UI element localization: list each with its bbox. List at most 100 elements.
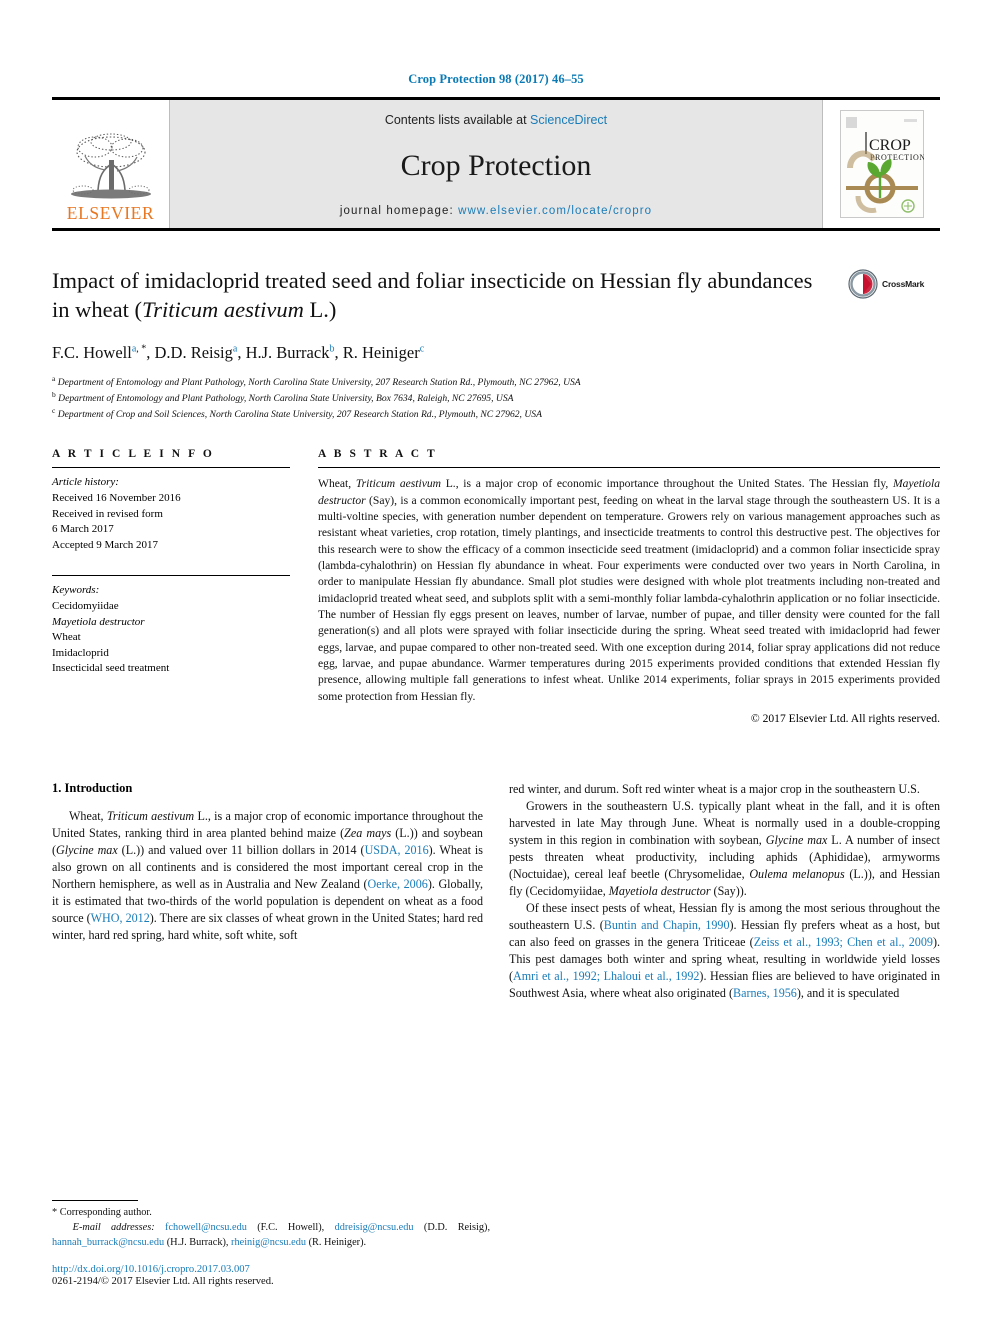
page-title: Impact of imidacloprid treated seed and … <box>52 267 834 325</box>
homepage-prefix: journal homepage: <box>339 205 459 217</box>
citation-link[interactable]: Barnes, 1956 <box>733 986 797 1000</box>
author-name: F.C. Howell <box>52 342 132 362</box>
paragraph: red winter, and durum. Soft red winter w… <box>509 782 920 797</box>
email-link[interactable]: hannah_burrack@ncsu.edu <box>52 1237 164 1248</box>
email-owner: (F.C. Howell) <box>257 1222 322 1234</box>
email-addresses-label: E-mail addresses: <box>72 1222 155 1234</box>
affiliation-text: Department of Entomology and Plant Patho… <box>58 393 514 405</box>
affiliation-item: b Department of Entomology and Plant Pat… <box>52 390 940 406</box>
journal-homepage-link[interactable]: www.elsevier.com/locate/cropro <box>458 205 652 217</box>
article-info-heading: A R T I C L E I N F O <box>52 448 215 461</box>
abstract-seg: Wheat, <box>318 477 356 491</box>
email-link[interactable]: rheinig@ncsu.edu <box>231 1237 306 1248</box>
citation-link[interactable]: USDA, 2016 <box>365 843 429 857</box>
email-link[interactable]: ddreisig@ncsu.edu <box>335 1222 414 1233</box>
abstract-heading: A B S T R A C T <box>318 448 438 461</box>
author-entry: R. Heinigerc <box>343 343 424 362</box>
journal-cover-thumbnail: CROP PROTECTION <box>822 100 940 228</box>
divider <box>52 467 290 469</box>
citation-link[interactable]: WHO, 2012 <box>91 911 150 925</box>
body-column-left: 1. Introduction Wheat, Triticum aestivum… <box>52 781 483 1002</box>
sciencedirect-link[interactable]: ScienceDirect <box>530 113 607 127</box>
species-name: Oulema melanopus <box>749 867 845 882</box>
citation-link[interactable]: Zeiss et al., 1993; Chen et al., 2009 <box>754 935 933 949</box>
author-name: D.D. Reisig <box>154 342 233 362</box>
title-species-name: Triticum aestivum <box>141 296 304 322</box>
paragraph: Wheat, Triticum aestivum L., is a major … <box>52 808 483 944</box>
author-entry: F.C. Howella, * <box>52 343 146 362</box>
article-history-label: Article history: <box>52 476 119 489</box>
email-owner: (H.J. Burrack) <box>166 1237 226 1249</box>
keywords-label: Keywords: <box>52 584 100 597</box>
email-owner: (D.D. Reisig) <box>423 1222 488 1234</box>
keyword-item: Wheat <box>52 631 81 644</box>
article-history-item: Received in revised form <box>52 507 163 520</box>
email-owner: (R. Heiniger) <box>308 1237 364 1249</box>
crossmark-badge[interactable]: CrossMark <box>848 267 940 299</box>
affiliation-item: a Department of Entomology and Plant Pat… <box>52 374 940 390</box>
journal-title: Crop Protection <box>400 149 592 182</box>
masthead-center: Contents lists available at ScienceDirec… <box>170 100 822 228</box>
author-affiliation-marker[interactable]: c <box>420 343 424 354</box>
author-name: H.J. Burrack <box>245 342 330 362</box>
text-seg: ), and it is speculated <box>796 985 900 1000</box>
footnote-block: * Corresponding author. E-mail addresses… <box>52 1200 490 1287</box>
email-link[interactable]: fchowell@ncsu.edu <box>165 1222 247 1233</box>
abstract-seg: (Say), is a common economically importan… <box>318 493 940 703</box>
author-entry: D.D. Reisiga <box>155 343 238 362</box>
article-info-column: A R T I C L E I N F O Article history: R… <box>52 448 290 725</box>
affiliation-text: Department of Crop and Soil Sciences, No… <box>57 409 542 421</box>
journal-homepage-line: journal homepage: www.elsevier.com/locat… <box>340 205 652 217</box>
contents-prefix: Contents lists available at <box>384 113 531 127</box>
body-column-right: red winter, and durum. Soft red winter w… <box>509 781 940 1002</box>
svg-text:PROTECTION: PROTECTION <box>870 153 924 162</box>
affiliation-marker: c <box>52 406 56 416</box>
abstract-text: Wheat, Triticum aestivum L., is a major … <box>318 476 940 705</box>
section-title-introduction: 1. Introduction <box>52 781 133 796</box>
affiliation-text: Department of Entomology and Plant Patho… <box>57 377 581 389</box>
article-history: Article history: Received 16 November 20… <box>52 475 290 553</box>
keyword-item: Cecidomyiidae <box>52 599 119 612</box>
corresponding-author-marker[interactable]: , * <box>136 343 146 354</box>
divider <box>52 575 290 577</box>
affiliation-marker: b <box>52 390 56 400</box>
author-entry: H.J. Burrackb <box>246 343 335 362</box>
author-separator: , <box>146 342 155 362</box>
species-name: Zea mays <box>344 826 392 841</box>
crop-protection-cover-icon: CROP PROTECTION <box>839 110 924 218</box>
text-seg: (L.)) and valued over 11 billion dollars… <box>117 843 365 858</box>
journal-masthead: ELSEVIER Contents lists available at Sci… <box>52 97 940 231</box>
paragraph: Growers in the southeastern U.S. typical… <box>509 798 940 900</box>
citation-link[interactable]: Buntin and Chapin, 1990 <box>604 918 730 932</box>
text-seg: Wheat, <box>69 809 107 824</box>
corresponding-author-note: * Corresponding author. E-mail addresses… <box>52 1207 491 1249</box>
article-page: Crop Protection 98 (2017) 46–55 ELSEVIER… <box>0 0 992 1323</box>
author-separator: , <box>334 342 343 362</box>
abstract-species: Triticum aestivum <box>355 477 442 491</box>
author-name: R. Heiniger <box>342 342 420 362</box>
author-list: F.C. Howella, *, D.D. Reisiga, H.J. Burr… <box>52 342 940 363</box>
species-name: Mayetiola destructor <box>608 884 711 899</box>
affiliation-item: c Department of Crop and Soil Sciences, … <box>52 406 940 422</box>
affiliation-marker: a <box>52 374 56 384</box>
abstract-column: A B S T R A C T Wheat, Triticum aestivum… <box>318 448 940 725</box>
doi-link[interactable]: http://dx.doi.org/10.1016/j.cropro.2017.… <box>52 1264 490 1275</box>
body-columns: 1. Introduction Wheat, Triticum aestivum… <box>52 781 940 1002</box>
citation-link[interactable]: Amri et al., 1992; Lhaloui et al., 1992 <box>513 969 699 983</box>
keyword-item: Mayetiola destructor <box>52 615 145 628</box>
article-history-item: Received 16 November 2016 <box>52 491 181 504</box>
citation-link[interactable]: Oerke, 2006 <box>367 877 427 891</box>
abstract-seg: L., is a major crop of economic importan… <box>441 477 893 491</box>
title-text-wrapper: Impact of imidacloprid treated seed and … <box>52 267 848 325</box>
article-history-item: 6 March 2017 <box>52 523 114 536</box>
divider <box>318 467 940 469</box>
article-history-item: Accepted 9 March 2017 <box>52 538 158 551</box>
crossmark-logo-icon <box>848 269 878 299</box>
elsevier-tree-icon <box>70 133 151 198</box>
paragraph: Of these insect pests of wheat, Hessian … <box>509 900 940 1002</box>
text-seg: (Say)). <box>710 884 747 899</box>
keywords-block: Keywords: Cecidomyiidae Mayetiola destru… <box>52 575 290 677</box>
svg-text:CROP: CROP <box>869 137 911 154</box>
elsevier-logo: ELSEVIER <box>52 100 170 228</box>
keyword-list: Keywords: Cecidomyiidae Mayetiola destru… <box>52 583 290 677</box>
